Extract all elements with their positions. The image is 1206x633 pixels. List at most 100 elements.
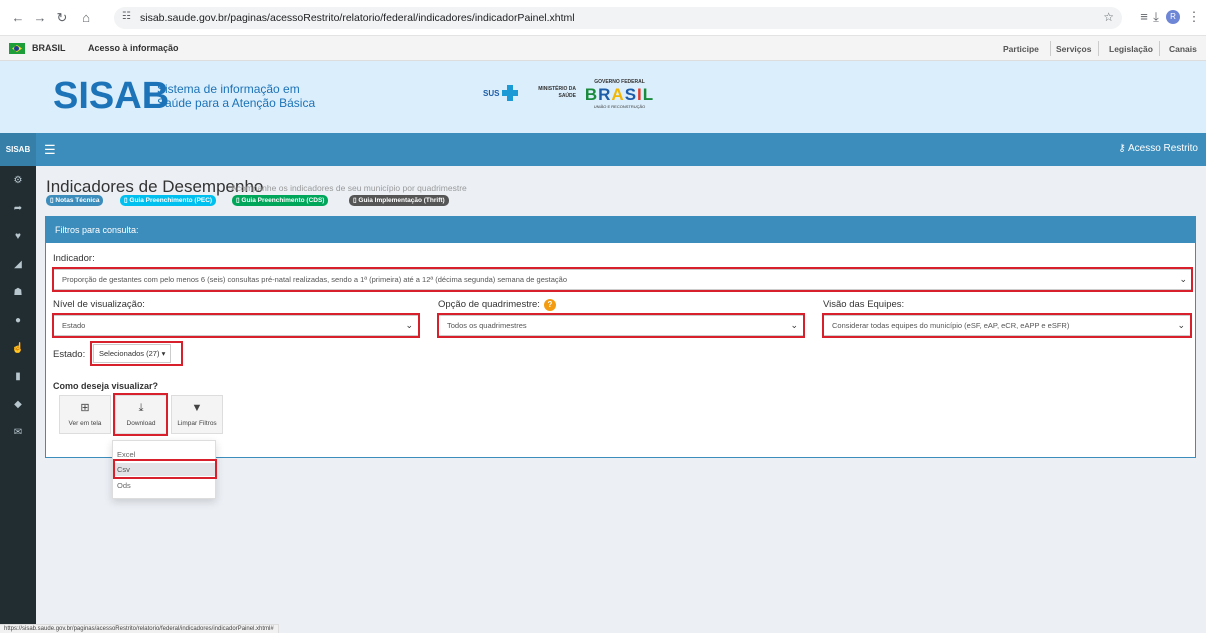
download-button[interactable]: ⤓ Download [115,395,167,434]
equipes-value: Considerar todas equipes do município (e… [832,321,1070,330]
menu-kebab-icon[interactable]: ⋮ [1186,9,1202,25]
acesso-restrito-label: Acesso Restrito [1127,143,1198,154]
chevron-down-icon: ⌄ [1177,320,1185,330]
badge-guia-cds[interactable]: ▯ Guia Preenchimento (CDS) [232,195,329,206]
estado-value: Selecionados (27) [99,349,160,358]
gov-link-canais[interactable]: Canais [1169,44,1197,54]
settings-icon[interactable]: ⚙ [11,174,25,188]
brasil-logotype: BRASIL [584,85,655,104]
sisab-logo[interactable]: SISAB [53,75,169,118]
sus-logo: SUS [483,89,500,98]
address-bar[interactable]: ☷ sisab.saude.gov.br/paginas/acessoRestr… [114,7,1122,29]
nivel-label: Nível de visualização: [53,299,145,310]
comments-icon[interactable]: ◆ [11,398,25,412]
status-bar-url: https://sisab.saude.gov.br/paginas/acess… [0,624,279,633]
download-option-csv[interactable]: Csv [113,463,215,476]
badge-guia-thrift[interactable]: ▯ Guia Implementação (Thrift) [349,195,449,206]
limpar-filtros-button[interactable]: ▼ Limpar Filtros [171,395,223,434]
estado-multiselect[interactable]: Selecionados (27) ▾ [93,344,172,363]
envelope-icon[interactable]: ✉ [11,426,25,440]
caret-down-icon: ▾ [161,349,166,358]
browser-toolbar: ← → ↻ ⌂ ☷ sisab.saude.gov.br/paginas/ace… [0,0,1206,36]
badge-label: Notas Técnica [55,197,100,204]
thumbs-up-icon[interactable]: ☝ [11,342,25,356]
quadrimestre-label: Opção de quadrimestre: [438,299,540,310]
equipes-select[interactable]: Considerar todas equipes do município (e… [823,315,1191,336]
brazil-flag-globe [14,46,19,51]
circle-icon[interactable]: ● [11,314,25,328]
header-banner: SISAB Sistema de informação em Saúde par… [0,61,1206,133]
top-navbar: SISAB ☰ ⚷ Acesso Restrito [0,133,1206,166]
equipes-label: Visão das Equipes: [823,299,905,310]
gov-divider [1159,41,1160,56]
gov-link-servicos[interactable]: Serviços [1056,44,1091,54]
subtitle-line-2: Saúde para a Atenção Básica [157,96,316,110]
info-icon[interactable]: ? [544,299,556,311]
chevron-down-icon: ⌄ [1179,274,1187,284]
estado-label: Estado: [53,349,86,360]
badge-label: Guia Preenchimento (PEC) [129,197,213,204]
panel-title: Filtros para consulta: [46,217,1195,243]
gov-bar: BRASIL Acesso à informação Participe Ser… [0,36,1206,61]
url-text[interactable]: sisab.saude.gov.br/paginas/acessoRestrit… [140,12,575,24]
badge-label: Guia Implementação (Thrift) [358,197,445,204]
filters-panel: Filtros para consulta: Indicador: Propor… [45,216,1196,458]
chevron-down-icon: ⌄ [790,320,798,330]
uniao-reconstrucao-label: UNIÃO E RECONSTRUÇÃO [593,104,646,109]
ministerio-saude-logo: MINISTÉRIO DA SAÚDE [528,86,576,100]
download-icon: ⤓ [138,402,144,414]
download-icon[interactable]: ⤓ [1148,9,1164,25]
quadrimestre-value: Todos os quadrimestres [447,321,527,330]
download-dropdown: Excel Csv Ods [112,440,216,499]
nivel-select[interactable]: Estado ⌄ [53,315,419,336]
share-icon[interactable]: ➦ [11,202,25,216]
table-icon: ⊞ [80,402,90,414]
gov-link-legislacao[interactable]: Legislação [1109,44,1153,54]
sidebar-toggle-icon[interactable]: ☰ [44,143,56,156]
button-label: Ver em tela [68,420,102,427]
site-info-icon[interactable]: ☷ [122,11,131,22]
download-option-excel[interactable]: Excel [113,448,215,461]
signal-icon[interactable]: ◢ [11,258,25,272]
home-icon[interactable]: ⌂ [78,10,94,26]
gov-link-participe[interactable]: Participe [1003,44,1039,54]
download-option-ods[interactable]: Ods [113,479,215,492]
ver-em-tela-button[interactable]: ⊞ Ver em tela [59,395,111,434]
key-icon: ⚷ [1118,143,1128,154]
bookmark-star-icon[interactable]: ☆ [1103,10,1114,24]
badge-label: Guia Preenchimento (CDS) [241,197,325,204]
nivel-value: Estado [62,321,86,330]
gov-brasil-link[interactable]: BRASIL [32,43,66,53]
badge-guia-pec[interactable]: ▯ Guia Preenchimento (PEC) [120,195,217,206]
acesso-restrito-link[interactable]: ⚷ Acesso Restrito [1118,143,1198,154]
indicador-select[interactable]: Proporção de gestantes com pelo menos 6 … [53,269,1193,290]
gov-divider [1050,41,1051,56]
profile-avatar[interactable]: R [1166,10,1180,24]
ministerio-line-1: MINISTÉRIO DA [538,86,576,92]
sisab-subtitle: Sistema de informação em Saúde para a At… [157,82,315,110]
quadrimestre-select[interactable]: Todos os quadrimestres ⌄ [438,315,804,336]
sidebar: ⚙ ➦ ♥ ◢ ☗ ● ☝ ▮ ◆ ✉ [0,166,36,633]
filter-icon: ▼ [191,402,203,414]
subtitle-line-1: Sistema de informação em [157,82,300,96]
button-label: Download [126,420,156,427]
gov-divider [1098,41,1099,56]
forward-icon[interactable]: → [32,10,48,26]
heart-icon[interactable]: ♥ [11,230,25,244]
reload-icon[interactable]: ↻ [54,10,70,26]
governo-federal-logo: GOVERNO FEDERAL BRASIL UNIÃO E RECONSTRU… [582,79,657,109]
acesso-informacao-link[interactable]: Acesso à informação [88,43,179,53]
file-icon[interactable]: ▮ [11,370,25,384]
badge-notas-tecnica[interactable]: ▯ Notas Técnica [46,195,104,206]
indicador-value: Proporção de gestantes com pelo menos 6 … [62,275,567,284]
button-label: Limpar Filtros [177,420,217,427]
ministerio-line-2: SAÚDE [558,93,576,99]
page-subtitle: Acompanhe os indicadores de seu municípi… [231,183,467,193]
view-title: Como deseja visualizar? [53,381,159,391]
sus-cross-icon [502,85,518,101]
back-icon[interactable]: ← [10,10,26,26]
navbar-brand[interactable]: SISAB [0,133,36,166]
main-content: Indicadores de Desempenho Acompanhe os i… [36,166,1206,633]
indicador-label: Indicador: [53,253,95,264]
users-icon[interactable]: ☗ [11,286,25,300]
